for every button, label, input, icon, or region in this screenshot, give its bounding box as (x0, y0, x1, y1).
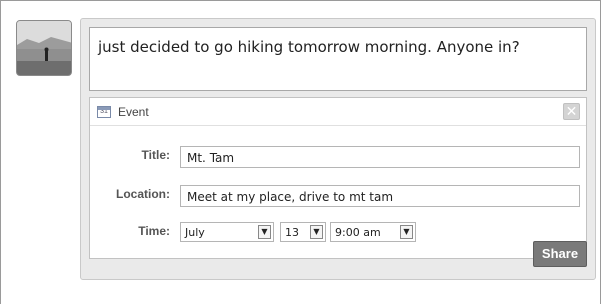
event-header-title: Event (118, 105, 149, 119)
status-text: just decided to go hiking tomorrow morni… (98, 38, 520, 56)
calendar-icon: 31 (97, 106, 111, 118)
time-select[interactable]: 9:00 am ▼ (330, 222, 416, 242)
time-value: 9:00 am (335, 226, 381, 239)
chevron-down-icon[interactable]: ▼ (400, 225, 413, 239)
chevron-down-icon[interactable]: ▼ (310, 225, 323, 239)
avatar[interactable] (16, 20, 72, 76)
share-button[interactable]: Share (533, 241, 587, 267)
profile-photo-icon (17, 21, 71, 75)
status-input[interactable]: just decided to go hiking tomorrow morni… (89, 27, 587, 91)
title-field[interactable]: Mt. Tam (180, 146, 580, 168)
day-select[interactable]: 13 ▼ (280, 222, 326, 242)
month-select[interactable]: July ▼ (180, 222, 274, 242)
month-value: July (185, 226, 205, 239)
location-label: Location: (116, 187, 170, 201)
location-field[interactable]: Meet at my place, drive to mt tam (180, 185, 580, 207)
close-icon[interactable]: ✕ (563, 103, 580, 120)
chevron-down-icon[interactable]: ▼ (258, 225, 271, 239)
time-label: Time: (138, 224, 170, 238)
share-composer: just decided to go hiking tomorrow morni… (80, 18, 596, 280)
event-panel: 31 Event ✕ Title: Mt. Tam Location: Meet… (89, 97, 587, 259)
event-header: 31 Event ✕ (90, 98, 586, 126)
title-label: Title: (141, 148, 170, 162)
day-value: 13 (285, 226, 299, 239)
